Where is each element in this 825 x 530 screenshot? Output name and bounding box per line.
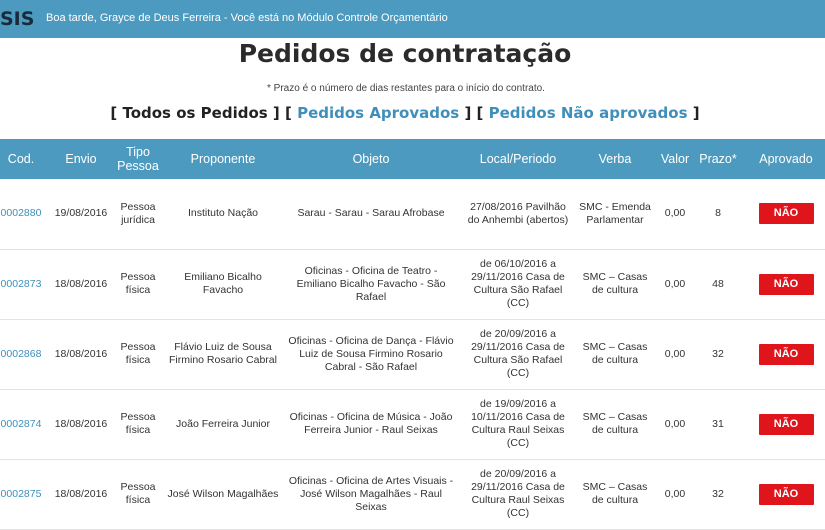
page-title: Pedidos de contratação [238,39,572,68]
proponente-cell: José Wilson Magalhães [164,459,282,530]
col-header-envio: Envio [65,152,97,166]
proponente-cell: Emiliano Bicalho Favacho [164,249,282,320]
proponente-cell: Flávio Luiz de Sousa Firmino Rosario Cab… [164,319,282,390]
proponente-cell: Instituto Nação [164,179,282,250]
valor-cell: 0,00 [654,179,696,250]
col-header-objeto: Objeto [352,152,390,166]
objeto-cell: Oficinas - Oficina de Dança - Flávio Lui… [282,319,460,390]
table-header-row: Cod. Envio Tipo Pessoa Proponente Objeto… [0,139,825,179]
not-approved-button[interactable]: NÃO [758,203,814,225]
col-header-aprovado: Aprovado [759,152,813,166]
not-approved-button[interactable]: NÃO [758,483,814,505]
not-approved-button[interactable]: NÃO [758,343,814,365]
envio-cell: 18/08/2016 [50,249,112,320]
local-periodo-cell: 27/08/2016 Pavilhão do Anhembi (abertos) [460,179,576,250]
filter-not-approved-link[interactable]: Pedidos Não aprovados [489,104,688,122]
tipo-pessoa-cell: Pessoa jurídica [112,179,164,250]
prazo-cell: 31 [696,389,740,460]
verba-cell: SMC – Casas de cultura [576,249,654,320]
tipo-pessoa-cell: Pessoa física [112,249,164,320]
col-header-prazo: Prazo* [699,152,737,166]
prazo-cell: 8 [696,179,740,250]
col-header-local-periodo: Local/Periodo [479,152,557,166]
objeto-cell: Oficinas - Oficina de Teatro - Emiliano … [282,249,460,320]
prazo-note: * Prazo é o número de dias restantes par… [267,83,545,94]
objeto-cell: Oficinas - Oficina de Música - João Ferr… [282,389,460,460]
valor-cell: 0,00 [654,319,696,390]
col-header-proponente: Proponente [190,152,256,166]
valor-cell: 0,00 [654,389,696,460]
envio-cell: 18/08/2016 [50,389,112,460]
verba-cell: SMC – Casas de cultura [576,389,654,460]
not-approved-button[interactable]: NÃO [758,273,814,295]
table-row: 0002873 18/08/2016 Pessoa física Emilian… [0,249,825,320]
table-row: 0002880 19/08/2016 Pessoa jurídica Insti… [0,179,825,250]
filter-approved-link[interactable]: Pedidos Aprovados [297,104,459,122]
local-periodo-cell: de 06/10/2016 a 29/11/2016 Casa de Cultu… [460,249,576,320]
prazo-cell: 32 [696,459,740,530]
valor-cell: 0,00 [654,249,696,320]
requests-table: Cod. Envio Tipo Pessoa Proponente Objeto… [0,139,825,530]
col-header-tipo-pessoa: Tipo Pessoa [117,145,159,173]
top-bar: SIS Boa tarde, Grayce de Deus Ferreira -… [0,0,825,38]
verba-cell: SMC – Casas de cultura [576,319,654,390]
envio-cell: 18/08/2016 [50,459,112,530]
filter-links: [ Todos os Pedidos ] [ Pedidos Aprovados… [110,104,700,122]
col-header-valor: Valor [660,152,690,166]
local-periodo-cell: de 20/09/2016 a 29/11/2016 Casa de Cultu… [460,319,576,390]
prazo-cell: 48 [696,249,740,320]
col-header-verba: Verba [598,152,632,166]
local-periodo-cell: de 20/09/2016 a 29/11/2016 Casa de Cultu… [460,459,576,530]
request-code-link[interactable]: 0002868 [1,348,42,360]
objeto-cell: Oficinas - Oficina de Artes Visuais - Jo… [282,459,460,530]
tipo-pessoa-cell: Pessoa física [112,319,164,390]
prazo-cell: 32 [696,319,740,390]
request-code-link[interactable]: 0002875 [1,488,42,500]
col-header-cod: Cod. [7,152,35,166]
app-logo[interactable]: SIS [0,8,34,30]
table-row: 0002868 18/08/2016 Pessoa física Flávio … [0,319,825,390]
proponente-cell: João Ferreira Junior [164,389,282,460]
tipo-pessoa-cell: Pessoa física [112,389,164,460]
table-row: 0002874 18/08/2016 Pessoa física João Fe… [0,389,825,460]
greeting-text: Boa tarde, Grayce de Deus Ferreira - Voc… [46,12,448,24]
valor-cell: 0,00 [654,459,696,530]
envio-cell: 18/08/2016 [50,319,112,390]
request-code-link[interactable]: 0002873 [1,278,42,290]
table-row: 0002875 18/08/2016 Pessoa física José Wi… [0,459,825,530]
tipo-pessoa-cell: Pessoa física [112,459,164,530]
request-code-link[interactable]: 0002874 [1,418,42,430]
not-approved-button[interactable]: NÃO [758,413,814,435]
filter-all[interactable]: Todos os Pedidos [122,104,267,122]
request-code-link[interactable]: 0002880 [1,207,42,219]
envio-cell: 19/08/2016 [50,179,112,250]
local-periodo-cell: de 19/09/2016 a 10/11/2016 Casa de Cultu… [460,389,576,460]
verba-cell: SMC - Emenda Parlamentar [576,179,654,250]
objeto-cell: Sarau - Sarau - Sarau Afrobase [282,179,460,250]
verba-cell: SMC – Casas de cultura [576,459,654,530]
